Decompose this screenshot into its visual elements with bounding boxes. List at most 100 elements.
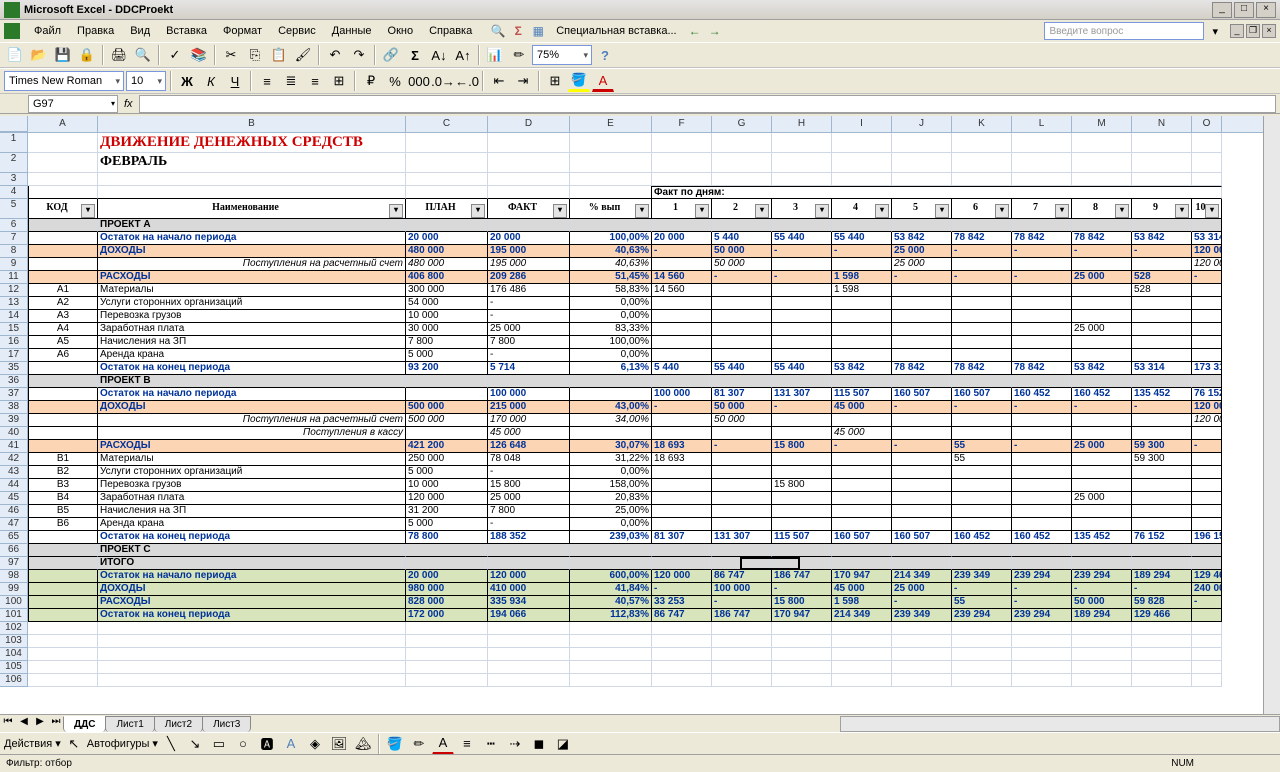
copy-icon[interactable]: ⎘ — [244, 44, 266, 66]
sum-icon[interactable]: Σ — [510, 23, 526, 39]
cell[interactable] — [712, 297, 772, 310]
cell[interactable] — [712, 466, 772, 479]
cell[interactable] — [1012, 453, 1072, 466]
cell[interactable]: 528 — [1132, 284, 1192, 297]
cell[interactable] — [488, 219, 570, 232]
cell[interactable]: 115 507 — [772, 531, 832, 544]
cut-icon[interactable]: ✂ — [220, 44, 242, 66]
cell[interactable]: 76 152 — [1192, 388, 1222, 401]
cell[interactable] — [652, 544, 712, 557]
sort-desc-icon[interactable]: A↑ — [452, 44, 474, 66]
cell[interactable]: 7 800 — [488, 505, 570, 518]
cell[interactable] — [772, 414, 832, 427]
cell[interactable] — [832, 557, 892, 570]
cell[interactable]: 25 000 — [1072, 440, 1132, 453]
cell[interactable] — [892, 544, 952, 557]
column-header-D[interactable]: D — [488, 116, 570, 132]
cell[interactable] — [1012, 661, 1072, 674]
cell[interactable]: ФАКТ — [488, 199, 570, 219]
cell[interactable] — [1132, 466, 1192, 479]
cell[interactable]: 25 000 — [892, 245, 952, 258]
column-header-C[interactable]: C — [406, 116, 488, 132]
cell[interactable]: - — [1192, 596, 1222, 609]
cell[interactable]: 25 000 — [488, 492, 570, 505]
row-header[interactable]: 9 — [0, 258, 28, 271]
cell[interactable] — [1132, 336, 1192, 349]
3d-icon[interactable]: ◪ — [552, 733, 574, 755]
clipart-icon[interactable]: 🖼 — [328, 733, 350, 755]
cell[interactable] — [892, 466, 952, 479]
cell[interactable] — [832, 518, 892, 531]
cell[interactable] — [570, 622, 652, 635]
cell[interactable]: ДВИЖЕНИЕ ДЕНЕЖНЫХ СРЕДСТВ — [98, 133, 406, 153]
cell[interactable]: Поступления на расчетный счет — [98, 414, 406, 427]
bold-button[interactable]: Ж — [176, 70, 198, 92]
help-question-input[interactable]: Введите вопрос — [1044, 22, 1204, 40]
cell[interactable] — [1012, 258, 1072, 271]
cell[interactable] — [1132, 661, 1192, 674]
tab-prev[interactable]: ◀ — [16, 716, 32, 732]
cell[interactable]: 0,00% — [570, 310, 652, 323]
cell[interactable] — [652, 219, 712, 232]
cell[interactable]: - — [1012, 596, 1072, 609]
cell[interactable]: 10 000 — [406, 479, 488, 492]
cell[interactable]: Остаток на начало периода — [98, 232, 406, 245]
cell[interactable]: 1 598 — [832, 271, 892, 284]
cell[interactable]: Заработная плата — [98, 492, 406, 505]
undo-icon[interactable]: ↶ — [324, 44, 346, 66]
cell[interactable]: 78 800 — [406, 531, 488, 544]
cell[interactable] — [832, 661, 892, 674]
cell[interactable] — [1012, 505, 1072, 518]
cell[interactable] — [652, 427, 712, 440]
cell[interactable]: 15 800 — [772, 440, 832, 453]
cell[interactable]: РАСХОДЫ — [98, 596, 406, 609]
cell[interactable]: 209 286 — [488, 271, 570, 284]
row-header[interactable]: 17 — [0, 349, 28, 362]
cell[interactable]: - — [1012, 401, 1072, 414]
cell[interactable]: 112,83% — [570, 609, 652, 622]
cell[interactable]: 55 440 — [712, 362, 772, 375]
cell[interactable] — [488, 635, 570, 648]
cell[interactable] — [892, 648, 952, 661]
cell[interactable]: 20 000 — [406, 570, 488, 583]
cell[interactable]: - — [712, 271, 772, 284]
cell[interactable]: 126 648 — [488, 440, 570, 453]
cell[interactable]: ДОХОДЫ — [98, 583, 406, 596]
cell[interactable]: 120 000 — [1192, 414, 1222, 427]
cell[interactable]: 78 842 — [1012, 232, 1072, 245]
cell[interactable]: А6 — [28, 349, 98, 362]
cell[interactable] — [1192, 557, 1222, 570]
cell[interactable] — [652, 349, 712, 362]
menu-help[interactable]: Справка — [423, 23, 478, 39]
column-header-I[interactable]: I — [832, 116, 892, 132]
row-header[interactable]: 101 — [0, 609, 28, 622]
row-header[interactable]: 35 — [0, 362, 28, 375]
row-header[interactable]: 44 — [0, 479, 28, 492]
row-header[interactable]: 103 — [0, 635, 28, 648]
cell[interactable]: В6 — [28, 518, 98, 531]
menu-edit[interactable]: Правка — [71, 23, 120, 39]
cell[interactable] — [488, 375, 570, 388]
cell[interactable]: 160 452 — [1012, 531, 1072, 544]
fill-icon[interactable]: 🪣 — [384, 733, 406, 755]
cell[interactable]: 50 000 — [712, 258, 772, 271]
cell[interactable]: 173 314 — [1192, 362, 1222, 375]
cell[interactable] — [952, 661, 1012, 674]
cell[interactable] — [652, 323, 712, 336]
cell[interactable] — [652, 297, 712, 310]
cell[interactable]: 55 440 — [772, 232, 832, 245]
cell[interactable]: 160 507 — [952, 388, 1012, 401]
cell[interactable]: 53 842 — [832, 362, 892, 375]
cell[interactable]: 300 000 — [406, 284, 488, 297]
cell[interactable] — [1192, 479, 1222, 492]
cell[interactable] — [1132, 414, 1192, 427]
cell[interactable]: ДОХОДЫ — [98, 401, 406, 414]
cell[interactable]: 160 452 — [952, 531, 1012, 544]
cell[interactable]: 215 000 — [488, 401, 570, 414]
cell[interactable] — [488, 133, 570, 153]
cell[interactable]: 195 000 — [488, 245, 570, 258]
excel-doc-icon[interactable] — [4, 23, 20, 39]
cell[interactable] — [1132, 518, 1192, 531]
cell[interactable] — [772, 310, 832, 323]
cell[interactable] — [892, 297, 952, 310]
